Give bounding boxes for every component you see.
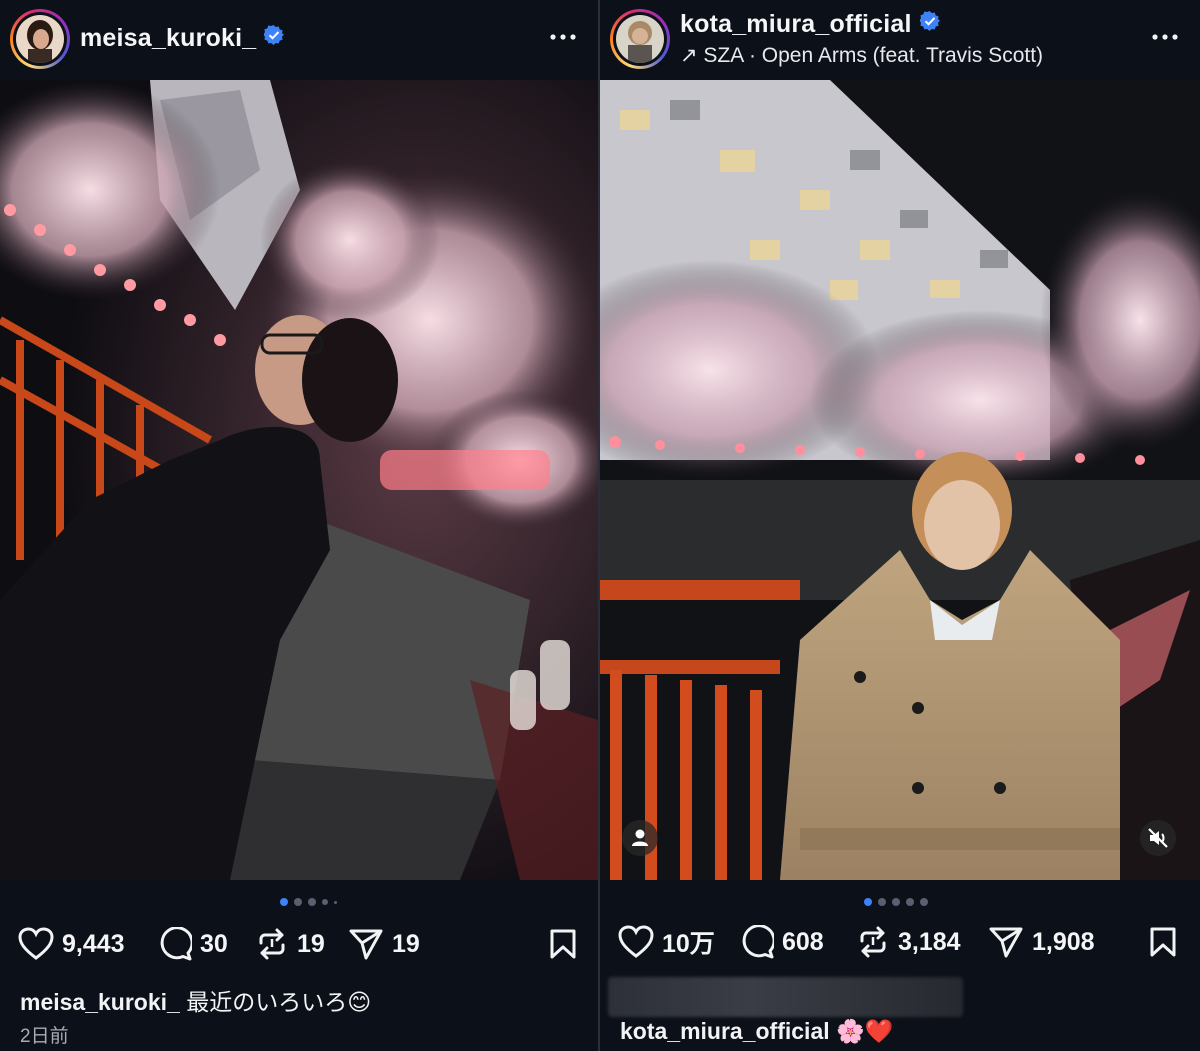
caption-text: 🌸❤️ xyxy=(836,1018,894,1044)
repost-button[interactable]: 3,184 xyxy=(856,920,961,964)
post-header: meisa_kuroki_ xyxy=(0,0,598,80)
avatar-story-ring[interactable] xyxy=(610,9,670,69)
bookmark-icon[interactable] xyxy=(1148,926,1178,958)
comment-count: 30 xyxy=(200,929,228,958)
carousel-dot xyxy=(906,898,914,906)
share-button[interactable]: 1,908 xyxy=(988,920,1095,964)
like-count: 9,443 xyxy=(62,929,125,958)
carousel-dot xyxy=(294,898,302,906)
mute-button[interactable] xyxy=(1140,820,1176,856)
post-photo[interactable] xyxy=(600,80,1200,880)
repost-button[interactable]: 19 xyxy=(255,922,325,966)
username[interactable]: kota_miura_official xyxy=(680,10,940,39)
comment-icon xyxy=(742,925,774,959)
bookmark-icon[interactable] xyxy=(548,928,578,960)
avatar[interactable] xyxy=(16,15,64,63)
share-button[interactable]: 19 xyxy=(348,922,420,966)
more-icon[interactable] xyxy=(1150,27,1180,47)
share-icon xyxy=(349,929,383,960)
blurred-liked-by xyxy=(608,977,963,1017)
left-post: meisa_kuroki_ 9,443 30 19 19 meisa_kurok… xyxy=(0,0,598,1051)
carousel-indicator xyxy=(280,896,337,908)
right-post: kota_miura_official ↗ SZA · Open Arms (f… xyxy=(600,0,1200,1051)
verified-badge-icon xyxy=(919,11,940,31)
avatar-story-ring[interactable] xyxy=(10,9,70,69)
username-text[interactable]: kota_miura_official xyxy=(680,10,912,38)
repost-count: 3,184 xyxy=(898,927,961,956)
post-photo[interactable] xyxy=(0,80,598,880)
share-icon xyxy=(989,927,1023,958)
carousel-indicator xyxy=(864,896,928,908)
comment-button[interactable]: 30 xyxy=(158,922,228,966)
repost-count: 19 xyxy=(297,929,325,958)
like-button[interactable]: 9,443 xyxy=(18,922,125,966)
caption-username[interactable]: meisa_kuroki_ xyxy=(20,989,180,1015)
caption: meisa_kuroki_ 最近のいろいろ😊 xyxy=(20,983,371,1017)
heart-icon xyxy=(18,927,54,960)
user-tag-icon xyxy=(632,829,648,846)
username[interactable]: meisa_kuroki_ xyxy=(80,24,285,53)
username-text[interactable]: meisa_kuroki_ xyxy=(80,24,256,52)
carousel-dot xyxy=(878,898,886,906)
like-count: 10万 xyxy=(662,930,715,958)
avatar[interactable] xyxy=(616,15,664,63)
repost-icon xyxy=(860,926,886,958)
repost-icon xyxy=(259,928,285,960)
carousel-dot xyxy=(864,898,872,906)
verified-badge-icon xyxy=(264,25,285,45)
carousel-dot xyxy=(280,898,288,906)
action-bar: 10万 608 3,184 1,908 xyxy=(600,920,1200,964)
caption: kota_miura_official 🌸❤️ xyxy=(620,1018,893,1045)
heart-icon xyxy=(618,925,654,958)
music-label[interactable]: ↗ SZA · Open Arms (feat. Travis Scott) xyxy=(680,43,1043,68)
post-header: kota_miura_official ↗ SZA · Open Arms (f… xyxy=(600,0,1200,80)
carousel-dot xyxy=(920,898,928,906)
carousel-dot xyxy=(322,899,328,905)
comment-count: 608 xyxy=(782,927,824,956)
comment-icon xyxy=(160,927,192,961)
action-bar: 9,443 30 19 19 xyxy=(0,922,598,966)
more-icon[interactable] xyxy=(548,27,578,47)
caption-username[interactable]: kota_miura_official xyxy=(620,1018,830,1044)
carousel-dot xyxy=(892,898,900,906)
share-count: 1,908 xyxy=(1032,927,1095,956)
user-tag-button[interactable] xyxy=(622,820,658,856)
carousel-dot xyxy=(334,900,337,904)
carousel-dot xyxy=(308,898,316,906)
caption-text: 最近のいろいろ😊 xyxy=(186,989,372,1015)
share-count: 19 xyxy=(392,929,420,958)
mute-icon xyxy=(1148,828,1168,848)
like-button[interactable]: 10万 xyxy=(618,920,715,964)
comment-button[interactable]: 608 xyxy=(740,920,824,964)
timestamp: 2日前 xyxy=(20,1026,69,1047)
